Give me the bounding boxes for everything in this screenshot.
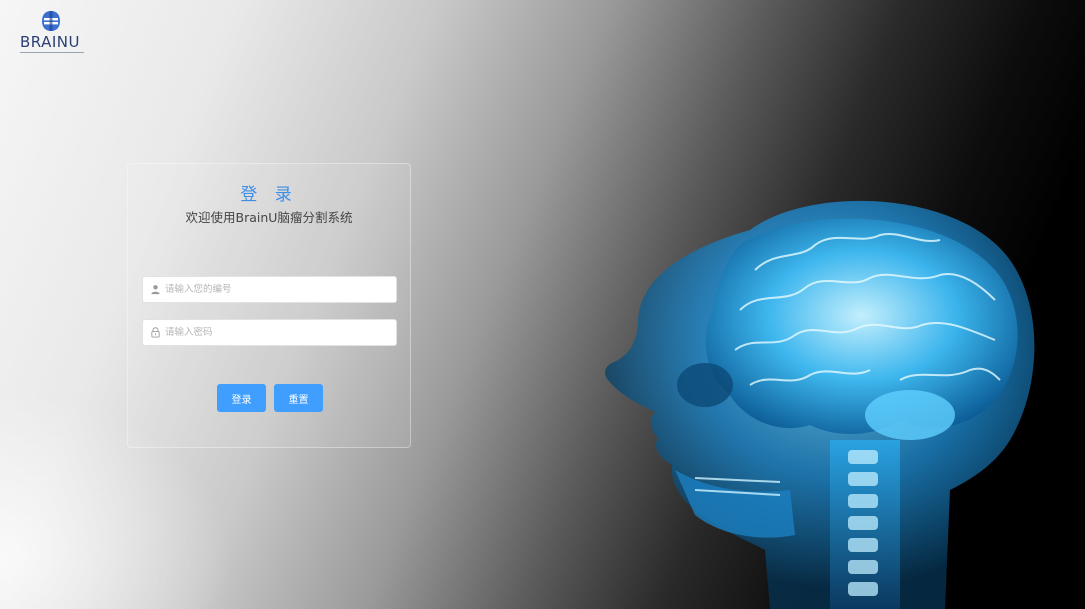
password-input[interactable] (165, 320, 390, 345)
id-input[interactable] (165, 277, 390, 302)
xray-head-illustration (605, 200, 1035, 609)
password-field[interactable] (142, 319, 397, 346)
brand-logo: BRAINU (18, 10, 88, 58)
lock-icon (151, 327, 160, 338)
user-icon (151, 285, 160, 295)
reset-button[interactable]: 重置 (274, 384, 323, 412)
brainu-logo-icon (42, 11, 60, 31)
login-subtitle: 欢迎使用BrainU脑瘤分割系统 (185, 210, 353, 225)
login-title: 登 录 (240, 185, 298, 205)
login-panel: 登 录 欢迎使用BrainU脑瘤分割系统 登录 重置 (127, 163, 411, 448)
brand-underline (20, 52, 84, 53)
brand-name: BRAINU (20, 33, 80, 51)
id-field[interactable] (142, 276, 397, 303)
login-button[interactable]: 登录 (217, 384, 266, 412)
